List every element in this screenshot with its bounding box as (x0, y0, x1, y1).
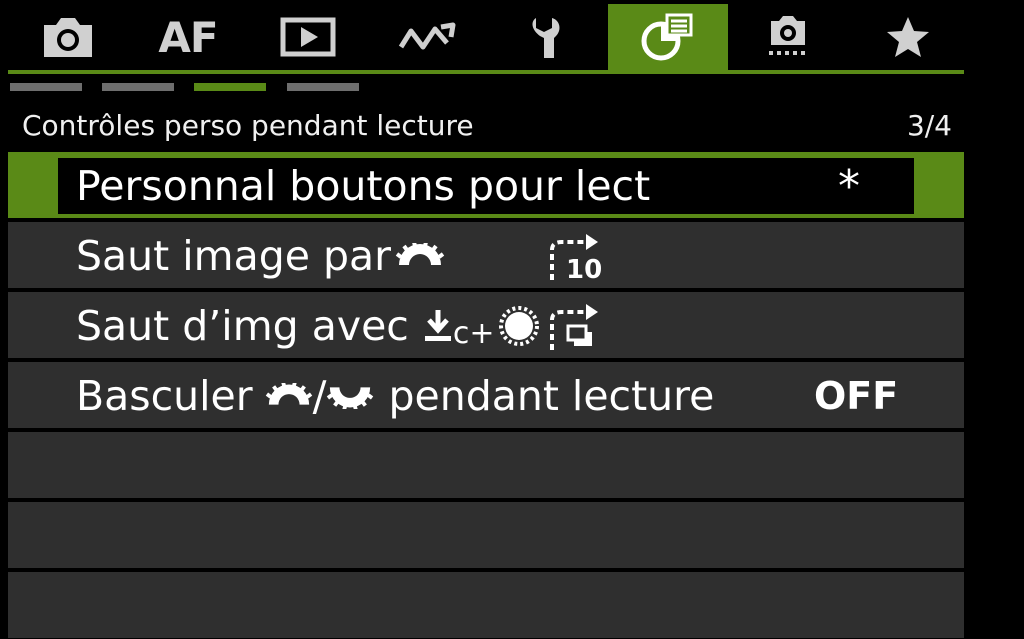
page-indicator-3 (194, 83, 266, 91)
camera-settings-icon (769, 16, 805, 55)
tab-my-settings[interactable] (728, 4, 848, 70)
menu-item-label-slash: / (312, 372, 327, 420)
menu-item-label: Saut d’img avec (76, 302, 409, 350)
tab-shooting[interactable] (8, 4, 128, 70)
page-indicator-2 (102, 83, 174, 91)
selection-cursor: Personnal boutons pour lect * (58, 158, 914, 214)
menu-item-switch-dials[interactable]: Basculer / pendant lecture OFF (8, 362, 964, 428)
jump-images-icon (550, 304, 598, 350)
tab-my-menu[interactable] (848, 4, 968, 70)
tab-wireless[interactable] (368, 4, 488, 70)
menu-item-label: Saut image par (76, 232, 391, 280)
menu-item-empty (8, 502, 964, 568)
wave-icon (398, 22, 456, 50)
jump-10-icon: 10 (550, 234, 602, 282)
camera-icon (44, 18, 92, 57)
control-dial-icon (327, 387, 374, 409)
tab-bar: AF (8, 4, 964, 70)
custom-controls-icon (641, 13, 693, 61)
quick-control-dial-icon (498, 306, 539, 346)
main-dial-icon (395, 243, 445, 265)
menu-item-jump-with-dial[interactable]: Saut d’img avec c+ (8, 292, 964, 358)
menu-item-label-before: Basculer (76, 372, 253, 420)
star-icon (887, 17, 929, 57)
menu-item-empty (8, 572, 964, 638)
menu-item-empty (8, 432, 964, 498)
page-title: Contrôles perso pendant lecture (22, 108, 474, 142)
playback-icon (280, 17, 336, 57)
menu-item-value: * (838, 160, 860, 212)
page-indicator-1 (10, 83, 82, 91)
tab-af[interactable]: AF (128, 4, 248, 70)
wrench-icon (532, 18, 560, 58)
main-dial-icon (265, 383, 312, 405)
menu-header: Contrôles perso pendant lecture 3/4 (22, 103, 952, 147)
menu-item-label-after: pendant lecture (388, 372, 715, 420)
tab-setup[interactable] (488, 4, 608, 70)
menu-item-label: Personnal boutons pour lect (76, 162, 651, 210)
menu-item-label-suffix: c+ (452, 315, 495, 351)
svg-text:10: 10 (566, 255, 602, 282)
page-indicator-4 (287, 83, 359, 91)
tab-custom-functions[interactable] (608, 4, 728, 70)
tab-underline (8, 70, 964, 74)
menu-item-value: OFF (814, 374, 899, 418)
menu-item-image-jump[interactable]: Saut image par 10 (8, 222, 964, 288)
menu-item-custom-buttons[interactable]: Personnal boutons pour lect * (8, 152, 964, 218)
tab-playback[interactable] (248, 4, 368, 70)
tab-af-label: AF (158, 12, 218, 62)
download-icon (424, 310, 451, 341)
page-number: 3/4 (906, 108, 952, 142)
